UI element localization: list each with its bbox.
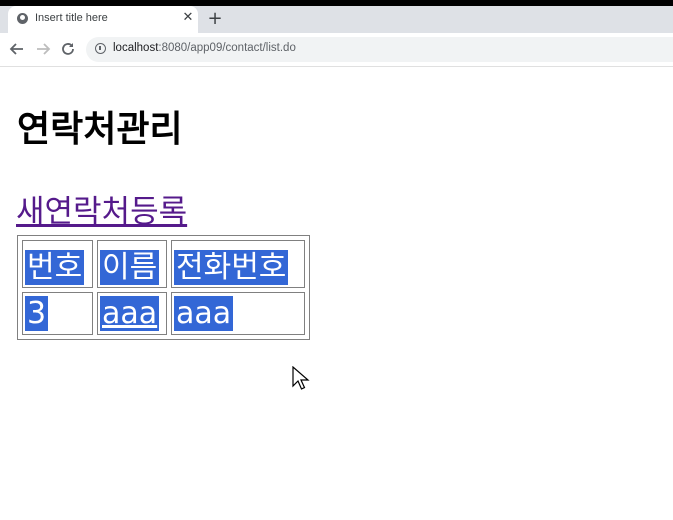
browser-toolbar: localhost:8080/app09/contact/list.do (0, 33, 673, 67)
header-name: 이름 (97, 240, 167, 288)
tab-title: Insert title here (35, 12, 108, 24)
new-tab-icon[interactable]: + (205, 8, 225, 30)
header-name-label: 이름 (100, 250, 160, 285)
header-phone-label: 전화번호 (174, 250, 289, 285)
page-title: 연락처관리 (17, 109, 183, 150)
page-content: 연락처관리 새연락처등록 번호 이름 전화번호 3 aaa aaa (0, 67, 673, 520)
cell-number: 3 (22, 292, 93, 335)
globe-icon (17, 13, 28, 24)
header-number: 번호 (22, 240, 93, 288)
address-bar[interactable]: localhost:8080/app09/contact/list.do (86, 37, 673, 62)
arrow-left-icon[interactable] (7, 39, 27, 59)
cell-number-value: 3 (25, 296, 49, 331)
browser-chrome: Insert title here ✕ + localhost:8080/app… (0, 0, 673, 67)
cell-name-wrapper: aaa (100, 296, 160, 331)
new-contact-link[interactable]: 새연락처등록 (16, 192, 187, 232)
header-phone: 전화번호 (171, 240, 305, 288)
cell-phone-value: aaa (174, 296, 234, 331)
browser-tab[interactable]: Insert title here ✕ (8, 6, 198, 33)
info-icon[interactable] (95, 43, 106, 54)
arrow-right-icon[interactable] (33, 39, 53, 59)
cell-name: aaa (97, 292, 167, 335)
mouse-cursor-icon (292, 366, 310, 390)
contact-name-link[interactable]: aaa (102, 296, 157, 331)
url-text[interactable]: localhost:8080/app09/contact/list.do (113, 42, 296, 54)
cell-phone: aaa (171, 292, 305, 335)
url-path: :8080/app09/contact/list.do (158, 42, 296, 54)
table-header-row: 번호 이름 전화번호 (22, 240, 305, 288)
header-number-label: 번호 (25, 250, 85, 285)
close-tab-icon[interactable]: ✕ (180, 10, 196, 26)
reload-icon[interactable] (58, 39, 78, 59)
contact-table: 번호 이름 전화번호 3 aaa aaa (17, 235, 310, 340)
url-host: localhost (113, 42, 159, 54)
tab-strip: Insert title here ✕ + (0, 6, 673, 33)
table-row: 3 aaa aaa (22, 292, 305, 335)
